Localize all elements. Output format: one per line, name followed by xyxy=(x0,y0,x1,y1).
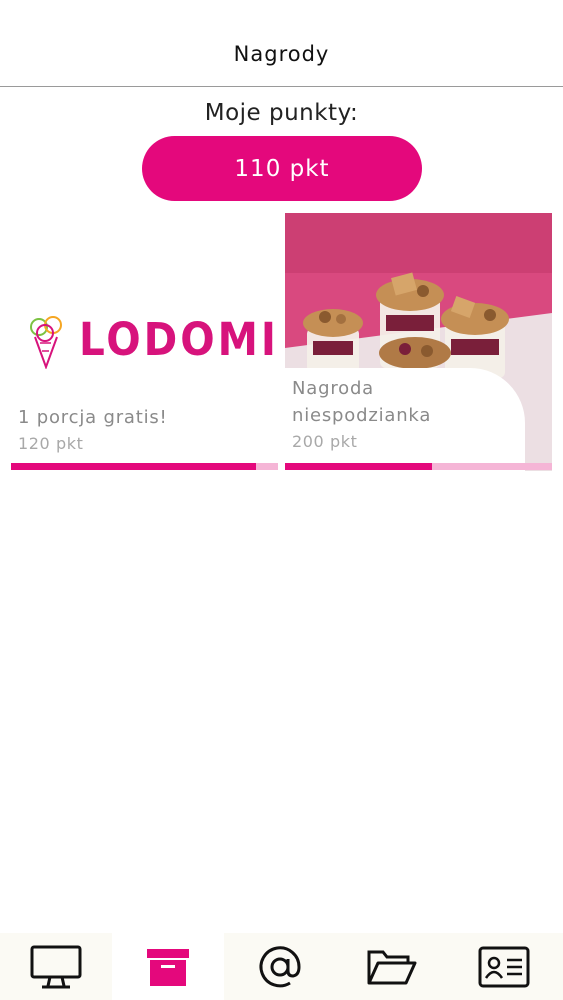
bottom-tab-bar xyxy=(0,933,563,1000)
id-card-icon xyxy=(478,946,530,987)
tab-files[interactable] xyxy=(336,933,448,1000)
tab-rewards[interactable] xyxy=(112,933,224,1000)
reward-progress-bar xyxy=(285,463,552,470)
points-badge: 110 pkt xyxy=(142,136,422,201)
reward-name-line1: Nagroda xyxy=(292,378,374,399)
reward-cost: 120 pkt xyxy=(18,434,84,453)
reward-card[interactable]: LODOMINO 1 porcja gratis! 120 pkt xyxy=(11,213,278,471)
tab-contact[interactable] xyxy=(224,933,336,1000)
reward-info-panel: Nagroda niespodzianka 200 pkt xyxy=(285,368,525,471)
folder-open-icon xyxy=(367,950,417,984)
page-title: Nagrody xyxy=(233,42,330,66)
reward-card[interactable]: Nagroda niespodzianka 200 pkt xyxy=(285,213,552,471)
brand-logo-text: LODOMINO xyxy=(79,313,278,366)
reward-progress-bar xyxy=(11,463,278,470)
reward-name: 1 porcja gratis! xyxy=(18,407,168,428)
points-value: 110 pkt xyxy=(234,155,330,182)
points-label: Moje punkty: xyxy=(204,100,359,126)
brand-logo: LODOMINO xyxy=(29,309,278,371)
tab-monitor[interactable] xyxy=(0,933,112,1000)
at-sign-icon xyxy=(259,945,301,987)
header: Nagrody xyxy=(0,0,563,87)
archive-box-icon xyxy=(147,948,189,986)
reward-progress-fill xyxy=(285,463,432,470)
tab-profile[interactable] xyxy=(448,933,560,1000)
reward-cost: 200 pkt xyxy=(292,432,358,451)
reward-progress-fill xyxy=(11,463,256,470)
reward-name-line2: niespodzianka xyxy=(292,405,432,426)
monitor-icon xyxy=(30,945,82,988)
ice-cream-cone-icon xyxy=(30,316,62,369)
